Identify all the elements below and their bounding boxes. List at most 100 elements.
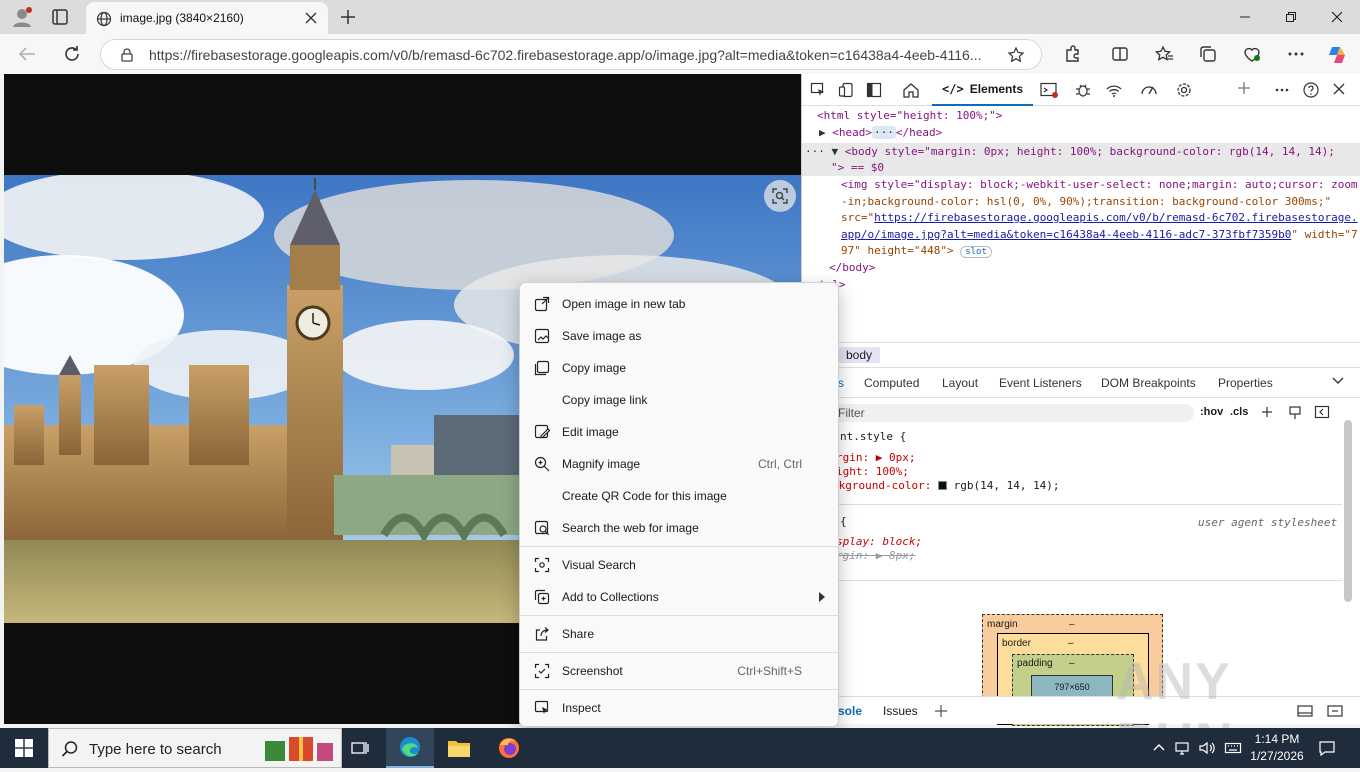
reload-button[interactable]: [62, 44, 82, 64]
rule-divider-2: [832, 580, 1342, 581]
styles-filter-input[interactable]: Filter: [832, 404, 1194, 422]
settings-gear-icon[interactable]: [1175, 81, 1193, 99]
dom-img-src-line-2: app/o/image.jpg?alt=media&token=c16438a4…: [841, 228, 1358, 241]
taskbar-search-input[interactable]: Type here to search: [48, 728, 342, 768]
menu-screenshot[interactable]: Screenshot Ctrl+Shift+S: [520, 656, 838, 686]
edit-image-icon: [534, 424, 550, 440]
task-view-icon[interactable]: [336, 728, 384, 768]
menu-copy-image[interactable]: Copy image: [520, 353, 838, 383]
color-swatch[interactable]: [937, 481, 947, 490]
more-menu-icon[interactable]: [1286, 44, 1306, 64]
close-window-button[interactable]: [1314, 6, 1360, 28]
menu-open-image-new-tab[interactable]: Open image in new tab: [520, 289, 838, 319]
tab-event-listeners[interactable]: Event Listeners: [999, 376, 1082, 390]
menu-search-web-for-image[interactable]: Search the web for image: [520, 513, 838, 543]
drawer-tab-console[interactable]: sole: [838, 704, 862, 718]
dom-body-line[interactable]: ··· ▼ <body style="margin: 0px; height: …: [805, 144, 1335, 161]
favorite-star-icon[interactable]: [1007, 46, 1025, 64]
rule-background[interactable]: ckground-color: rgb(14, 14, 14);: [832, 478, 1060, 495]
restore-button[interactable]: [1268, 6, 1314, 28]
new-tab-button[interactable]: [338, 7, 358, 27]
browser-essentials-icon[interactable]: [1242, 44, 1262, 64]
menu-save-image-as[interactable]: Save image as: [520, 321, 838, 351]
add-tool-icon[interactable]: [1236, 80, 1252, 96]
slot-badge[interactable]: slot: [960, 246, 992, 258]
more-tools-icon[interactable]: [1274, 82, 1290, 98]
windows-start-icon[interactable]: [0, 728, 48, 768]
rule-divider: [832, 504, 1342, 505]
inspect-element-icon[interactable]: [810, 82, 826, 98]
clock-date[interactable]: 1/27/2026: [1247, 749, 1307, 763]
tab-properties[interactable]: Properties: [1218, 376, 1273, 390]
firefox-icon[interactable]: [485, 728, 533, 768]
hov-toggle[interactable]: :hov: [1200, 406, 1223, 418]
share-icon: [534, 626, 550, 642]
file-explorer-icon[interactable]: [435, 728, 483, 768]
dock-side-icon[interactable]: [866, 82, 882, 98]
show-hidden-icons-icon[interactable]: [1152, 741, 1166, 755]
img-src-link[interactable]: https://firebasestorage.googleapis.com/v…: [874, 211, 1357, 224]
sources-bug-icon[interactable]: [1074, 81, 1092, 99]
chevron-down-icon[interactable]: [1332, 376, 1344, 386]
menu-create-qr-code[interactable]: Create QR Code for this image: [520, 481, 838, 511]
menu-edit-image[interactable]: Edit image: [520, 417, 838, 447]
menu-share[interactable]: Share: [520, 619, 838, 649]
visual-search-icon[interactable]: [764, 180, 796, 212]
help-icon[interactable]: [1302, 81, 1320, 99]
menu-inspect[interactable]: Inspect: [520, 693, 838, 723]
menu-visual-search[interactable]: Visual Search: [520, 550, 838, 580]
breadcrumb-body[interactable]: body: [838, 347, 881, 363]
dom-img-style-line: -in;background-color: hsl(0, 0%, 90%);tr…: [841, 195, 1332, 208]
menu-magnify-image[interactable]: Magnify image Ctrl, Ctrl: [520, 449, 838, 479]
extensions-icon[interactable]: [1062, 44, 1082, 64]
device-emulation-icon[interactable]: [838, 82, 854, 98]
edge-taskbar-icon[interactable]: [386, 728, 434, 768]
active-tab[interactable]: image.jpg (3840×2160): [86, 2, 328, 34]
styles-tabs: s Computed Layout Event Listeners DOM Br…: [802, 368, 1360, 398]
breadcrumb: body: [802, 342, 1360, 368]
computed-sidebar-icon[interactable]: [1314, 405, 1330, 419]
split-screen-icon[interactable]: [1110, 44, 1130, 64]
tab-dom-breakpoints[interactable]: DOM Breakpoints: [1101, 376, 1196, 390]
favorites-icon[interactable]: [1154, 44, 1174, 64]
network-status-icon[interactable]: [1174, 740, 1190, 756]
styles-scrollbar[interactable]: [1344, 420, 1352, 602]
copilot-icon[interactable]: [1326, 44, 1346, 64]
dom-html-line[interactable]: <html style="height: 100%;">: [817, 108, 1002, 125]
network-wifi-icon[interactable]: [1105, 81, 1123, 99]
tab-elements[interactable]: </> Elements: [932, 74, 1034, 106]
clock-time[interactable]: 1:14 PM: [1251, 732, 1303, 746]
language-input-icon[interactable]: [1224, 740, 1242, 756]
menu-add-to-collections[interactable]: Add to Collections: [520, 582, 838, 612]
notifications-icon[interactable]: [1318, 740, 1336, 756]
collections-icon[interactable]: [1198, 44, 1218, 64]
drawer-tab-issues[interactable]: Issues: [883, 704, 918, 718]
tab-layout[interactable]: Layout: [942, 376, 978, 390]
element-state-icon[interactable]: [1288, 405, 1302, 421]
close-devtools-icon[interactable]: [1332, 82, 1346, 96]
tab-actions-icon[interactable]: [50, 7, 70, 27]
cls-toggle[interactable]: .cls: [1230, 406, 1248, 418]
collections-icon: [534, 589, 550, 605]
profile-avatar-icon[interactable]: [10, 6, 34, 28]
search-image-icon: [534, 520, 550, 536]
back-button[interactable]: [16, 44, 38, 64]
site-info-icon[interactable]: [119, 47, 135, 63]
new-style-rule-icon[interactable]: [1260, 405, 1276, 421]
dom-body-line-end: "> == $0: [831, 161, 884, 174]
dom-img-line[interactable]: <img style="display: block;-webkit-user-…: [841, 177, 1358, 194]
menu-copy-image-link[interactable]: Copy image link: [520, 385, 838, 415]
welcome-home-icon[interactable]: [902, 81, 920, 99]
console-tab-icon[interactable]: [1040, 82, 1058, 98]
dom-head-line[interactable]: ▶ <head> ··· </head>: [819, 125, 942, 142]
menu-separator: [520, 546, 838, 547]
add-drawer-tab-icon[interactable]: [933, 703, 949, 719]
address-bar[interactable]: https://firebasestorage.googleapis.com/v…: [100, 39, 1042, 70]
performance-icon[interactable]: [1140, 81, 1158, 99]
tab-computed[interactable]: Computed: [864, 376, 919, 390]
volume-icon[interactable]: [1198, 740, 1216, 756]
img-src-link-cont[interactable]: app/o/image.jpg?alt=media&token=c16438a4…: [841, 228, 1291, 241]
minimize-button[interactable]: [1222, 6, 1268, 28]
rule-element-style: nt.style {: [840, 430, 907, 443]
close-tab-icon[interactable]: [304, 11, 318, 25]
